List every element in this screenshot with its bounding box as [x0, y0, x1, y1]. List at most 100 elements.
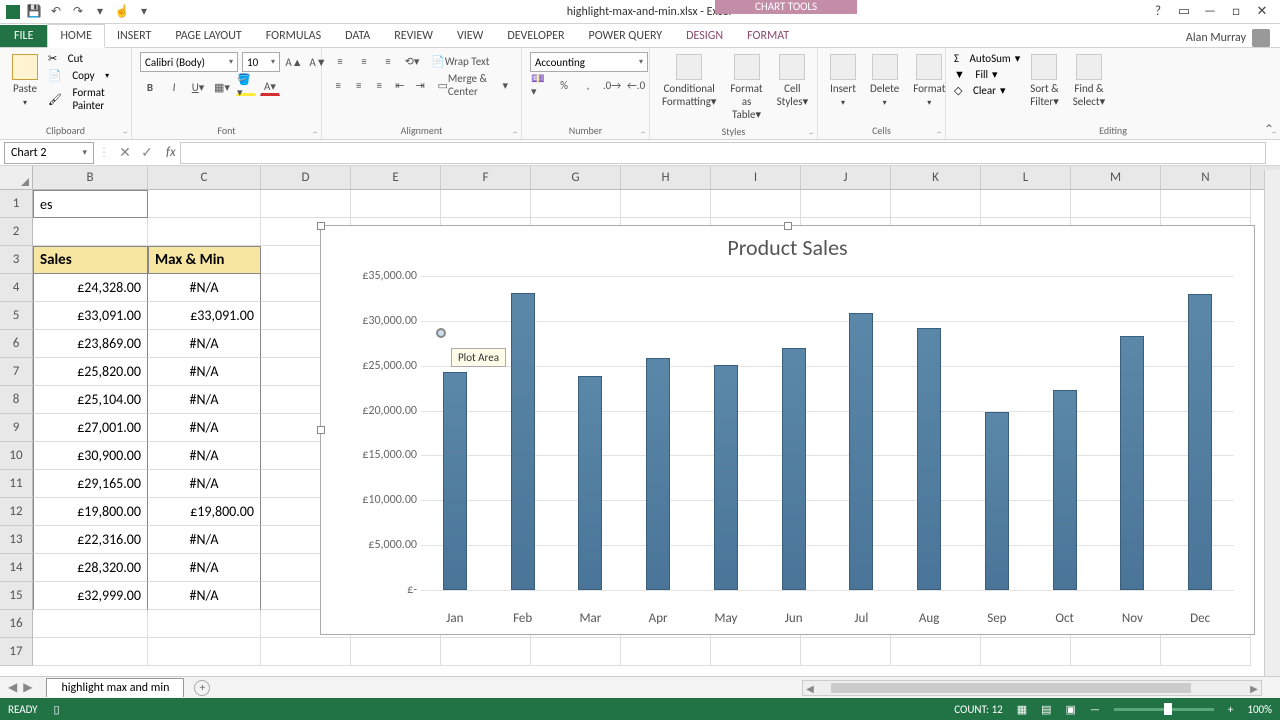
enter-formula-icon[interactable]: ✓: [138, 144, 156, 161]
qat-more-icon[interactable]: ▾: [92, 4, 108, 20]
cell-B10[interactable]: £30,900.00: [33, 442, 148, 470]
chart-bar[interactable]: [578, 376, 602, 590]
fx-icon[interactable]: fx: [162, 145, 180, 160]
chart-bar[interactable]: [1120, 336, 1144, 590]
row-header[interactable]: 11: [0, 470, 33, 498]
cell-B3[interactable]: Sales: [33, 246, 148, 274]
row-header[interactable]: 3: [0, 246, 33, 274]
column-header[interactable]: E: [351, 166, 441, 189]
tab-insert[interactable]: INSERT: [105, 25, 163, 47]
zoom-out-icon[interactable]: —: [1090, 703, 1100, 716]
cell-J1[interactable]: [801, 190, 891, 218]
cell-C11[interactable]: #N/A: [148, 470, 261, 498]
cell-N1[interactable]: [1161, 190, 1251, 218]
chart-title[interactable]: Product Sales: [321, 226, 1254, 265]
find-select-button[interactable]: Find & Select▾: [1069, 52, 1109, 110]
sheet-tab-active[interactable]: highlight max and min: [46, 678, 184, 697]
cell-C7[interactable]: #N/A: [148, 358, 261, 386]
cell-B8[interactable]: £25,104.00: [33, 386, 148, 414]
column-header[interactable]: F: [441, 166, 531, 189]
format-painter-button[interactable]: 🖌 Format Painter: [48, 86, 123, 112]
redo-icon[interactable]: ↷: [70, 4, 86, 20]
align-right-icon[interactable]: ≡: [371, 76, 388, 94]
align-center-icon[interactable]: ≡: [351, 76, 368, 94]
formula-bar[interactable]: [180, 142, 1266, 164]
cell-C9[interactable]: #N/A: [148, 414, 261, 442]
row-header[interactable]: 12: [0, 498, 33, 526]
cell-E1[interactable]: [351, 190, 441, 218]
row-header[interactable]: 5: [0, 302, 33, 330]
view-normal-icon[interactable]: ▦: [1017, 703, 1027, 716]
column-header[interactable]: H: [621, 166, 711, 189]
minimize-icon[interactable]: —: [1202, 4, 1218, 20]
chart-bar[interactable]: [646, 358, 670, 590]
percent-format-icon[interactable]: %: [554, 76, 574, 94]
paste-button[interactable]: Paste▾: [8, 52, 42, 110]
cell-C14[interactable]: #N/A: [148, 554, 261, 582]
wrap-text-button[interactable]: 📄 Wrap Text: [426, 52, 494, 70]
cell-M1[interactable]: [1071, 190, 1161, 218]
cell-L17[interactable]: [981, 638, 1071, 666]
cell-L1[interactable]: [981, 190, 1071, 218]
cell-B16[interactable]: [33, 610, 148, 638]
sheet-nav-next-icon[interactable]: ▶: [23, 680, 32, 695]
tab-power-query[interactable]: POWER QUERY: [577, 25, 675, 47]
merge-center-button[interactable]: ▭ Merge & Center▾: [433, 76, 513, 94]
delete-cells-button[interactable]: Delete▾: [866, 52, 903, 110]
view-page-break-icon[interactable]: ▣: [1066, 703, 1076, 716]
worksheet-grid[interactable]: BCDEFGHIJKLMN 1es23SalesMax & Min4£24,32…: [0, 166, 1280, 666]
cell-C15[interactable]: #N/A: [148, 582, 261, 610]
chart-bar[interactable]: [985, 412, 1009, 590]
chart-bar[interactable]: [1188, 294, 1212, 590]
cell-F1[interactable]: [441, 190, 531, 218]
cell-C12[interactable]: £19,800.00: [148, 498, 261, 526]
increase-indent-icon[interactable]: ⇥: [412, 76, 429, 94]
tab-design[interactable]: DESIGN: [674, 25, 735, 47]
row-header[interactable]: 9: [0, 414, 33, 442]
autosum-button[interactable]: Σ AutoSum▾: [954, 52, 1020, 65]
cell-K1[interactable]: [891, 190, 981, 218]
format-cells-button[interactable]: Format▾: [909, 52, 949, 110]
increase-decimal-icon[interactable]: .0→: [602, 76, 622, 94]
tab-view[interactable]: VIEW: [445, 25, 495, 47]
row-header[interactable]: 4: [0, 274, 33, 302]
copy-button[interactable]: 📄 Copy ▾: [48, 69, 123, 82]
cell-K17[interactable]: [891, 638, 981, 666]
cell-B4[interactable]: £24,328.00: [33, 274, 148, 302]
chart-resize-handle[interactable]: [784, 222, 792, 230]
cell-C16[interactable]: [148, 610, 261, 638]
chart-resize-handle[interactable]: [317, 222, 325, 230]
column-header[interactable]: N: [1161, 166, 1251, 189]
tab-format[interactable]: FORMAT: [735, 25, 801, 47]
row-header[interactable]: 8: [0, 386, 33, 414]
cell-B14[interactable]: £28,320.00: [33, 554, 148, 582]
column-header[interactable]: B: [33, 166, 148, 189]
cell-C13[interactable]: #N/A: [148, 526, 261, 554]
number-format-combo[interactable]: Accounting▾: [530, 52, 648, 72]
border-button[interactable]: ▦▾: [212, 78, 232, 96]
cell-H17[interactable]: [621, 638, 711, 666]
format-as-table-button[interactable]: Format as Table▾: [726, 52, 766, 123]
column-header[interactable]: C: [148, 166, 261, 189]
cell-B9[interactable]: £27,001.00: [33, 414, 148, 442]
italic-button[interactable]: I: [164, 78, 184, 96]
chart-bar[interactable]: [1053, 390, 1077, 590]
close-icon[interactable]: ✕: [1254, 4, 1270, 20]
name-box[interactable]: Chart 2▾: [4, 142, 94, 164]
cell-B17[interactable]: [33, 638, 148, 666]
column-header[interactable]: M: [1071, 166, 1161, 189]
cell-B5[interactable]: £33,091.00: [33, 302, 148, 330]
macro-record-icon[interactable]: ▯: [54, 703, 60, 716]
column-header[interactable]: J: [801, 166, 891, 189]
cell-C2[interactable]: [148, 218, 261, 246]
column-header[interactable]: K: [891, 166, 981, 189]
cell-C8[interactable]: #N/A: [148, 386, 261, 414]
font-color-button[interactable]: A▾: [260, 78, 280, 96]
row-header[interactable]: 13: [0, 526, 33, 554]
chart-bar[interactable]: [849, 313, 873, 590]
cell-I17[interactable]: [711, 638, 801, 666]
cell-J17[interactable]: [801, 638, 891, 666]
cell-styles-button[interactable]: Cell Styles▾: [773, 52, 813, 110]
decrease-indent-icon[interactable]: ⇤: [392, 76, 409, 94]
underline-button[interactable]: U▾: [188, 78, 208, 96]
